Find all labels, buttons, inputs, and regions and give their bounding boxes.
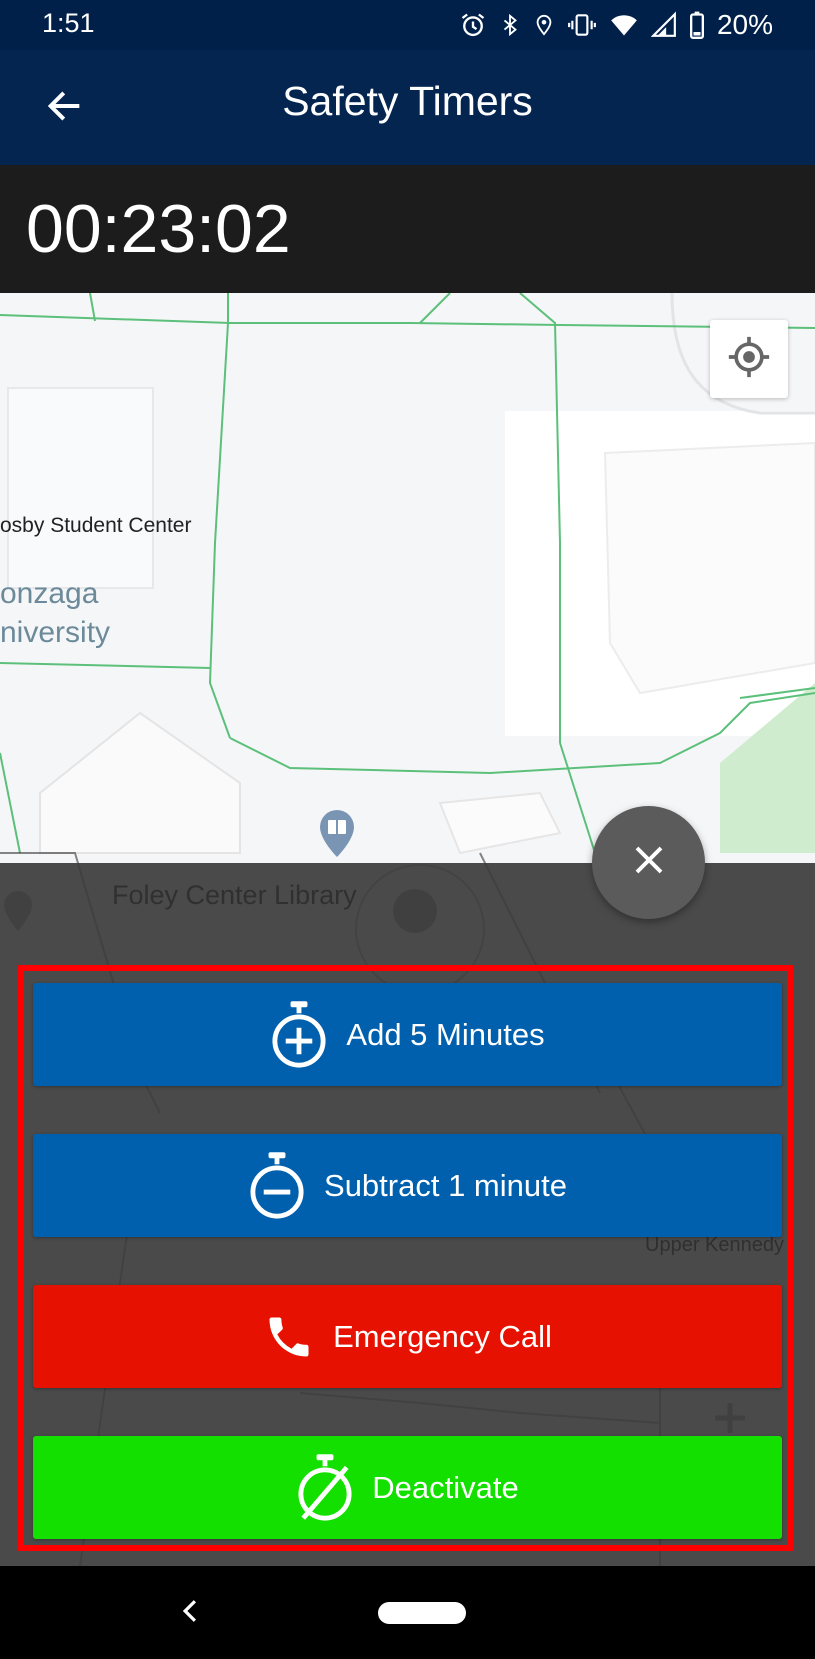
deactivate-button[interactable]: Deactivate — [33, 1436, 782, 1539]
deactivate-label: Deactivate — [372, 1469, 519, 1505]
status-time: 1:51 — [42, 8, 95, 38]
phone-icon — [263, 1311, 315, 1363]
map-label-student-center: osby Student Center — [0, 514, 192, 537]
app-bar: Safety Timers — [0, 50, 815, 165]
emergency-call-label: Emergency Call — [333, 1318, 552, 1354]
timer-off-icon — [296, 1453, 354, 1523]
map-label-university-line2: niversity — [0, 616, 111, 649]
my-location-button[interactable] — [710, 320, 788, 398]
stopwatch-plus-icon — [270, 1000, 328, 1070]
status-bar: 1:51 20% — [0, 0, 815, 50]
battery-percent: 20% — [716, 9, 773, 40]
wifi-icon — [609, 11, 639, 39]
add-5-minutes-label: Add 5 Minutes — [346, 1016, 545, 1052]
vibrate-icon — [567, 11, 597, 39]
stopwatch-minus-icon — [248, 1151, 306, 1221]
status-icons: 20% — [459, 6, 773, 44]
chevron-left-icon — [179, 1598, 201, 1629]
map-label-library: Foley Center Library — [112, 880, 357, 910]
library-marker-icon — [320, 810, 354, 857]
my-location-icon — [727, 335, 771, 384]
emergency-call-button[interactable]: Emergency Call — [33, 1285, 782, 1388]
nav-home-button[interactable] — [378, 1602, 466, 1624]
timer-countdown: 00:23:02 — [26, 191, 291, 267]
subtract-1-minute-label: Subtract 1 minute — [324, 1167, 567, 1203]
bluetooth-icon — [499, 11, 521, 39]
battery-icon — [689, 11, 705, 39]
subtract-1-minute-button[interactable]: Subtract 1 minute — [33, 1134, 782, 1237]
close-menu-button[interactable] — [592, 806, 705, 919]
timer-display: 00:23:02 — [0, 165, 815, 293]
close-icon — [631, 842, 667, 883]
system-nav-bar — [0, 1566, 815, 1659]
location-icon — [533, 11, 555, 39]
page-title: Safety Timers — [282, 78, 533, 124]
alarm-icon — [459, 11, 487, 39]
map-label-university-line1: onzaga — [0, 577, 99, 610]
signal-icon — [650, 11, 677, 39]
nav-back-button[interactable] — [165, 1588, 215, 1638]
add-5-minutes-button[interactable]: Add 5 Minutes — [33, 983, 782, 1086]
safety-timers-screen: 1:51 20% Safety Timers 00:23:02 osby Stu… — [0, 0, 815, 1659]
